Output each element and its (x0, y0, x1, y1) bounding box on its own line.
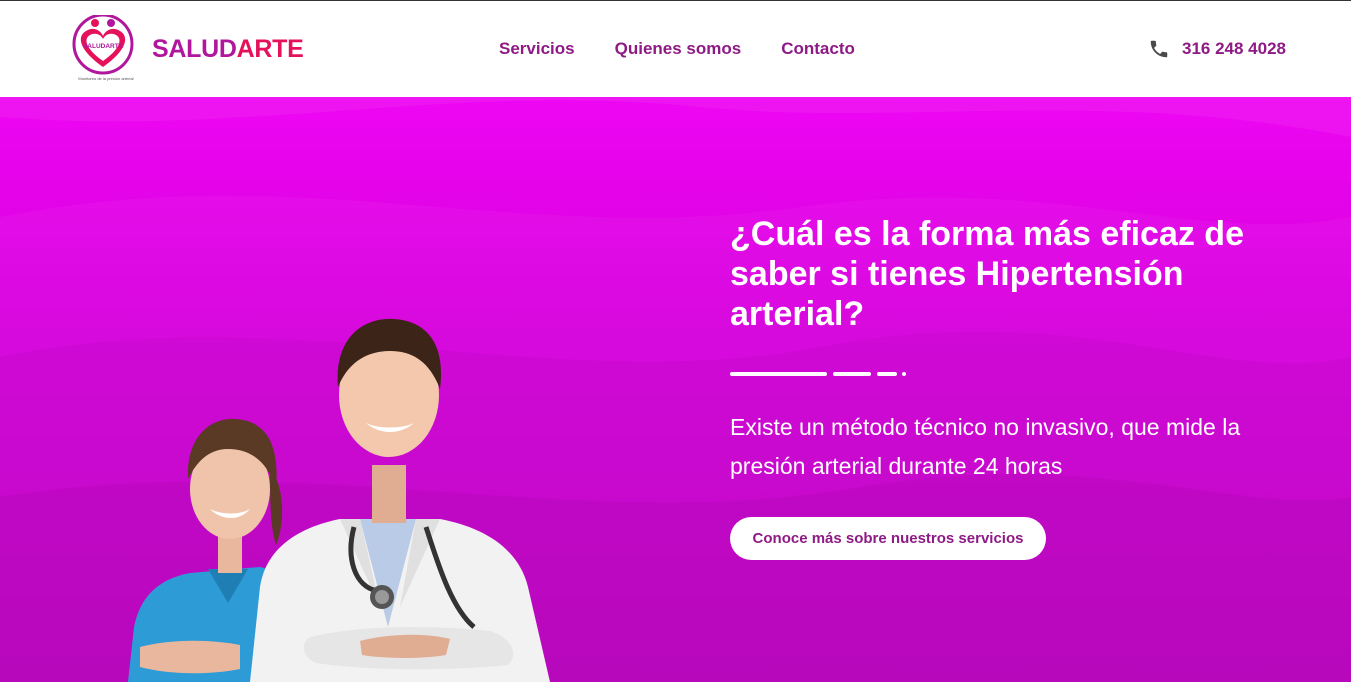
site-header: SALUDARTE Monitoreo de la presión arteri… (0, 1, 1351, 97)
bottom-edge (0, 682, 1351, 700)
nav-quienes-somos[interactable]: Quienes somos (615, 39, 742, 61)
nav-contacto[interactable]: Contacto (781, 39, 855, 61)
hero-headline: ¿Cuál es la forma más eficaz de saber si… (730, 215, 1244, 333)
doctors-illustration (128, 318, 550, 682)
heart-logo-icon: SALUDARTE (72, 15, 134, 75)
logo[interactable]: SALUDARTE Monitoreo de la presión arteri… (70, 15, 138, 85)
brand-name-part1: SALUD (152, 35, 237, 63)
brand-name-part2: ARTE (236, 35, 304, 63)
brand-name[interactable]: SALUDARTE (152, 35, 304, 64)
hero-divider (730, 372, 930, 376)
phone-number[interactable]: 316 248 4028 (1182, 39, 1286, 59)
services-cta-button[interactable]: Conoce más sobre nuestros servicios (730, 517, 1046, 560)
logo-tagline: Monitoreo de la presión arterial (78, 76, 134, 81)
logo-badge-text: SALUDARTE (83, 43, 124, 50)
hero-subtext: Existe un método técnico no invasivo, qu… (730, 414, 1241, 479)
main-nav: Servicios Quienes somos Contacto (499, 39, 855, 61)
hero-banner: ¿Cuál es la forma más eficaz de saber si… (0, 97, 1351, 682)
phone-icon (1150, 40, 1168, 58)
phone-contact[interactable]: 316 248 4028 (1148, 38, 1286, 60)
nav-servicios[interactable]: Servicios (499, 39, 575, 61)
